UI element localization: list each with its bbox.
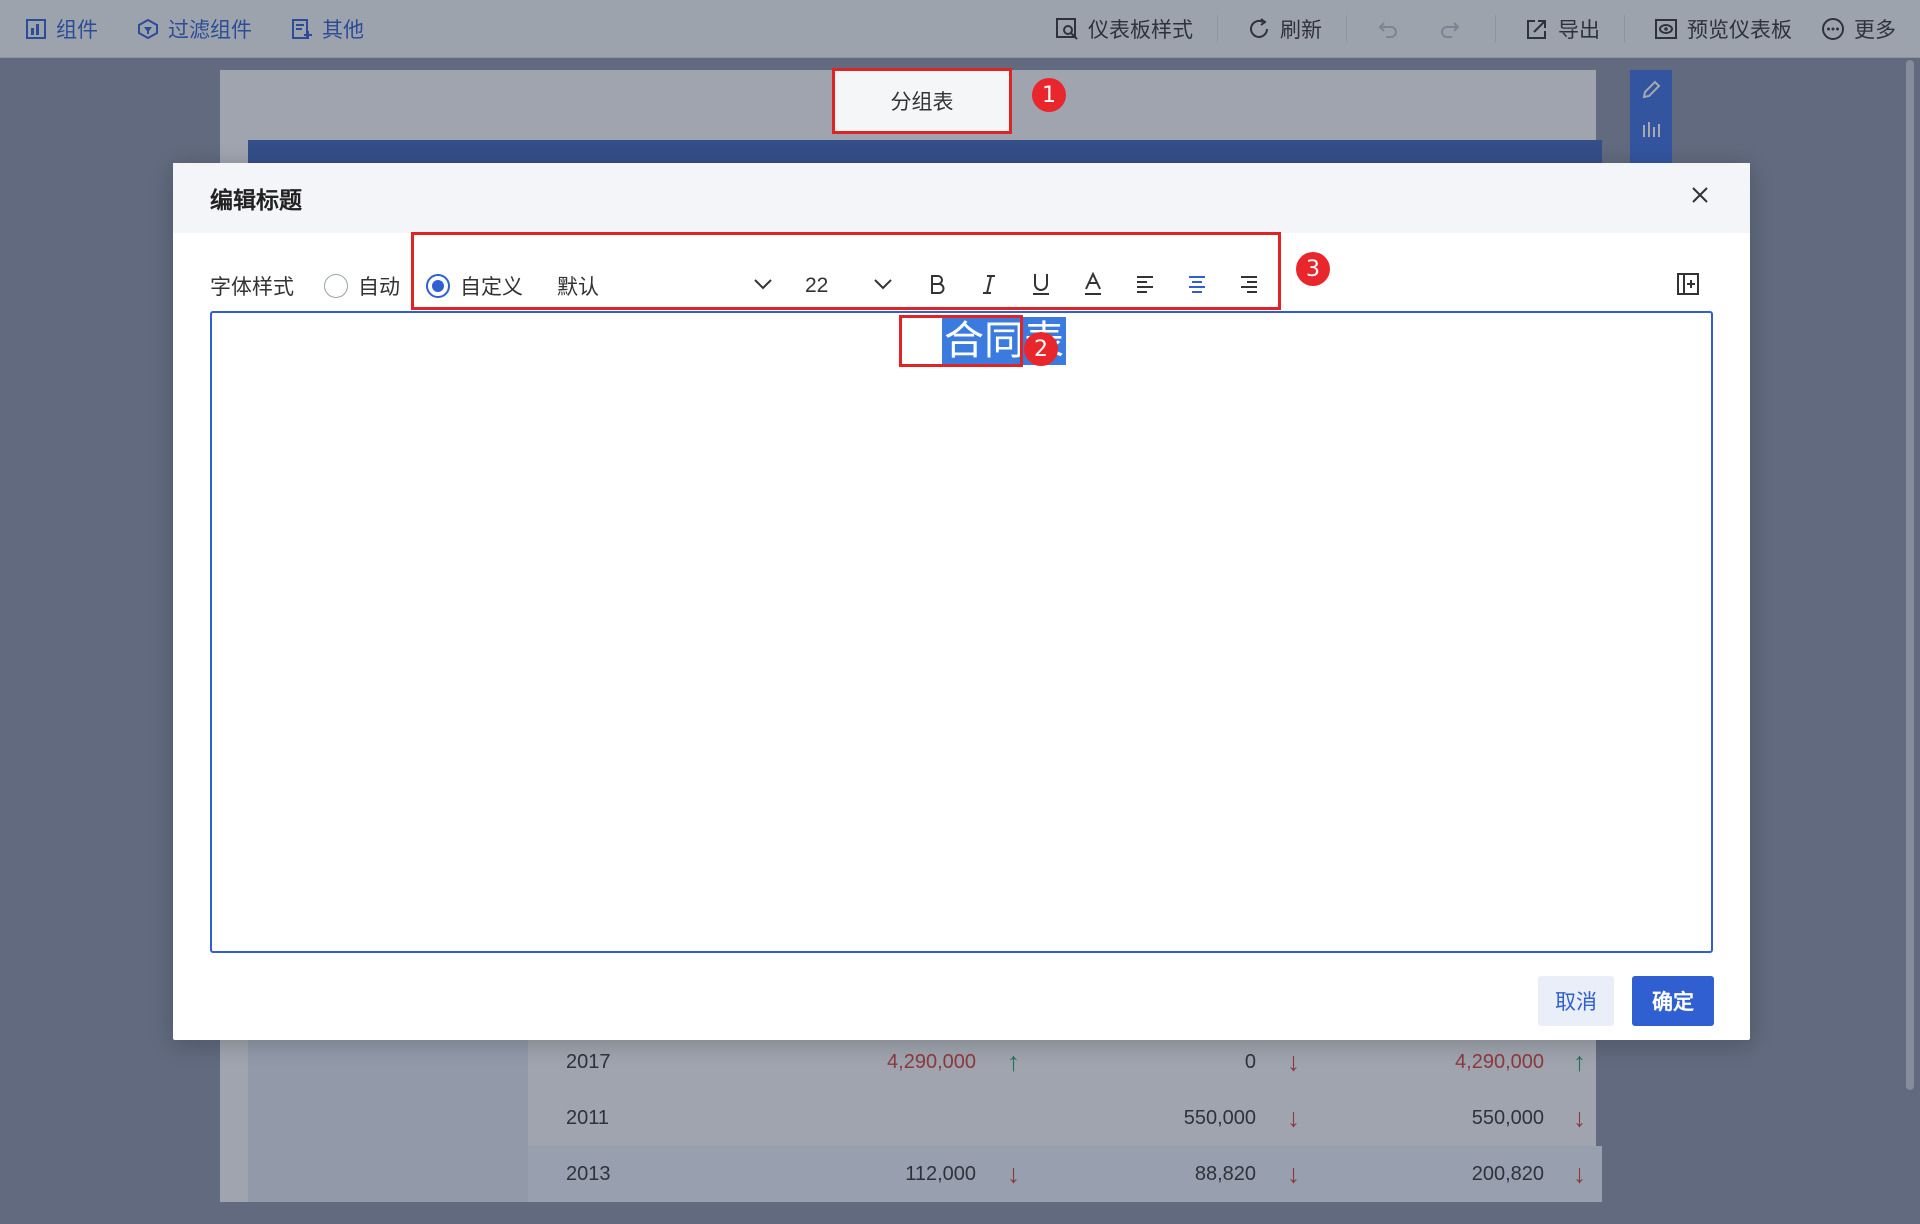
close-button[interactable]: [1686, 183, 1714, 211]
radio-auto-label: 自动: [358, 276, 400, 299]
dialog-header: 编辑标题: [173, 163, 1750, 233]
cancel-button[interactable]: 取消: [1538, 976, 1614, 1026]
insert-field-button[interactable]: [1666, 261, 1710, 311]
component-title[interactable]: 分组表: [832, 68, 1012, 134]
callout-badge-2: 2: [1024, 332, 1058, 366]
callout-badge-3: 3: [1296, 252, 1330, 286]
insert-field-icon: [1676, 272, 1700, 301]
radio-circle: [324, 274, 348, 298]
callout-badge-1: 1: [1032, 78, 1066, 112]
highlight-box-editor-text: [899, 315, 1023, 367]
title-editor[interactable]: 合同表: [210, 311, 1713, 953]
radio-auto[interactable]: 自动: [324, 271, 400, 301]
font-style-label: 字体样式: [210, 276, 294, 299]
close-icon: [1690, 185, 1710, 210]
confirm-button[interactable]: 确定: [1632, 976, 1714, 1026]
highlight-box-format-toolbar: [411, 232, 1281, 310]
dialog-title: 编辑标题: [210, 187, 302, 213]
